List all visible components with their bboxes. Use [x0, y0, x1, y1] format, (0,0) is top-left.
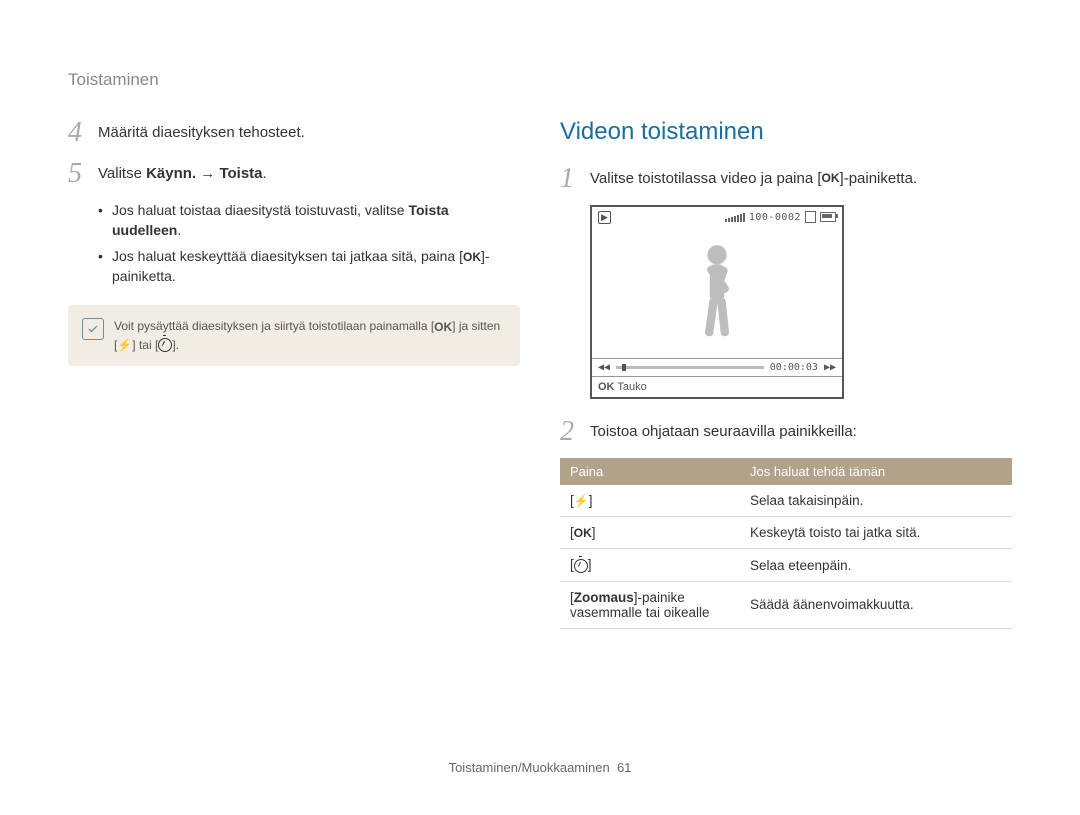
note-icon — [82, 318, 104, 340]
video-frame — [592, 228, 842, 358]
flash-icon: ⚡ — [574, 494, 589, 508]
ok-icon: OK — [822, 170, 840, 187]
play-mode-icon: ▶ — [598, 211, 611, 224]
step-2: 2 Toistoa ohjataan seuraavilla painikkei… — [560, 417, 1012, 448]
signal-icon — [725, 213, 745, 222]
progress-track — [616, 366, 764, 369]
video-hint-bar: OK Tauko — [592, 376, 842, 397]
note-text: Voit pysäyttää diaesityksen ja siirtyä t… — [114, 317, 506, 355]
battery-icon — [820, 212, 836, 222]
note-box: Voit pysäyttää diaesityksen ja siirtyä t… — [68, 305, 520, 367]
step-1: 1 Valitse toistotilassa video ja paina [… — [560, 164, 1012, 195]
ok-icon: OK — [434, 318, 452, 336]
page-footer: Toistaminen/Muokkaaminen 61 — [68, 760, 1012, 775]
forward-icon: ▶▶ — [824, 362, 836, 373]
left-column: 4 Määritä diaesityksen tehosteet. 5 Vali… — [68, 118, 520, 760]
step-5: 5 Valitse Käynn. → Toista. — [68, 159, 520, 190]
step-number: 4 — [68, 118, 98, 149]
table-header: Jos haluat tehdä tämän — [740, 458, 1012, 485]
video-status-bar: ▶ 100-0002 — [592, 207, 842, 228]
bullet-item: Jos haluat toistaa diaesitystä toistuvas… — [98, 200, 520, 241]
table-row: [] Selaa eteenpäin. — [560, 549, 1012, 581]
content-columns: 4 Määritä diaesityksen tehosteet. 5 Vali… — [68, 118, 1012, 760]
flash-icon: ⚡ — [117, 336, 132, 354]
rewind-icon: ◀◀ — [598, 362, 610, 373]
step-number: 1 — [560, 164, 590, 195]
bullet-item: Jos haluat keskeyttää diaesityksen tai j… — [98, 246, 520, 287]
card-icon — [805, 211, 816, 223]
step-number: 2 — [560, 417, 590, 448]
pause-label: Tauko — [617, 381, 646, 393]
step-5-bullets: Jos haluat toistaa diaesitystä toistuvas… — [98, 200, 520, 287]
timer-icon — [158, 338, 172, 352]
step-number: 5 — [68, 159, 98, 190]
manual-page: Toistaminen 4 Määritä diaesityksen tehos… — [0, 0, 1080, 815]
table-row: [OK] Keskeytä toisto tai jatka sitä. — [560, 517, 1012, 549]
timer-icon — [574, 559, 588, 573]
ok-icon: OK — [574, 526, 592, 540]
step-text: Valitse Käynn. → Toista. — [98, 159, 520, 185]
step-text: Toistoa ohjataan seuraavilla painikkeill… — [590, 417, 1012, 443]
video-preview: ▶ 100-0002 — [590, 205, 844, 399]
person-silhouette-icon — [677, 238, 757, 358]
time-display: 00:00:03 — [770, 362, 818, 373]
step-text: Valitse toistotilassa video ja paina [OK… — [590, 164, 1012, 190]
step-text: Määritä diaesityksen tehosteet. — [98, 118, 520, 144]
ok-icon: OK — [598, 381, 615, 393]
video-progress-bar: ◀◀ 00:00:03 ▶▶ — [592, 358, 842, 376]
ok-icon: OK — [463, 249, 481, 266]
section-heading: Videon toistaminen — [560, 118, 1012, 146]
step-4: 4 Määritä diaesityksen tehosteet. — [68, 118, 520, 149]
controls-table: Paina Jos haluat tehdä tämän [⚡] Selaa t… — [560, 458, 1012, 629]
table-header: Paina — [560, 458, 740, 485]
breadcrumb: Toistaminen — [68, 70, 1012, 90]
table-row: [Zoomaus]-painike vasemmalle tai oikeall… — [560, 581, 1012, 628]
file-counter: 100-0002 — [749, 212, 801, 223]
right-column: Videon toistaminen 1 Valitse toistotilas… — [560, 118, 1012, 760]
table-row: [⚡] Selaa takaisinpäin. — [560, 485, 1012, 517]
